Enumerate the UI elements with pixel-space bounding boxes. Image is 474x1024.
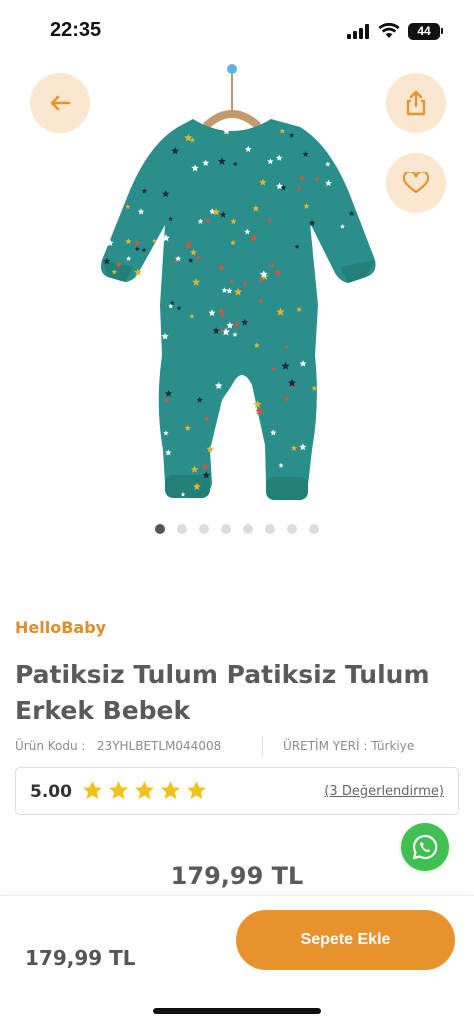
image-pagination[interactable] — [0, 524, 474, 536]
pagination-dot[interactable] — [243, 524, 253, 534]
star-icon — [135, 781, 154, 799]
star-icon — [161, 781, 180, 799]
back-button[interactable] — [30, 73, 90, 133]
heart-icon — [403, 172, 429, 194]
pagination-dot[interactable] — [265, 524, 275, 534]
star-icon — [187, 781, 206, 799]
pagination-dot[interactable] — [309, 524, 319, 534]
product-title: Patiksiz Tulum Patiksiz Tulum Erkek Bebe… — [15, 660, 430, 725]
signal-icon — [347, 24, 371, 39]
pagination-dot[interactable] — [177, 524, 187, 534]
rating-value: 5.00 — [30, 782, 72, 802]
back-arrow-icon — [50, 95, 71, 111]
product-meta: Ürün Kodu : 23YHLBETLM044008 ÜRETİM YERİ… — [15, 737, 460, 757]
origin-value: Türkiye — [371, 739, 415, 753]
star-icon — [83, 781, 102, 799]
favorite-button[interactable] — [386, 153, 446, 213]
production-origin: ÜRETİM YERİ : Türkiye — [283, 739, 414, 753]
bottom-bar: 179,99 TL Sepete Ekle — [0, 895, 474, 1024]
pagination-dot[interactable] — [199, 524, 209, 534]
wifi-icon — [378, 22, 400, 38]
star-icon — [109, 781, 128, 799]
home-indicator[interactable] — [153, 1008, 321, 1014]
pagination-dot[interactable] — [155, 524, 165, 534]
rating-stars — [82, 780, 207, 801]
battery-tip — [441, 28, 443, 34]
pagination-dot[interactable] — [221, 524, 231, 534]
rating-box: 5.00 (3 Değerlendirme) — [15, 767, 459, 815]
product-price: 179,99 TL — [170, 862, 304, 890]
battery-icon: 44 — [408, 23, 440, 40]
share-button[interactable] — [386, 73, 446, 133]
product-code-value: 23YHLBETLM044008 — [96, 739, 222, 753]
brand-name[interactable]: HelloBaby — [15, 618, 106, 637]
meta-divider — [262, 737, 263, 757]
product-code-label: Ürün Kodu : — [15, 739, 86, 753]
product-image-gallery[interactable] — [0, 55, 474, 515]
share-icon — [406, 90, 426, 116]
origin-label: ÜRETİM YERİ : — [283, 739, 368, 753]
whatsapp-icon — [412, 834, 438, 860]
status-bar: 22:35 44 — [0, 0, 474, 60]
pagination-dot[interactable] — [287, 524, 297, 534]
product-code: Ürün Kodu : 23YHLBETLM044008 — [15, 739, 221, 753]
reviews-link[interactable]: (3 Değerlendirme) — [324, 784, 444, 799]
bottom-price: 179,99 TL — [25, 946, 136, 970]
status-time: 22:35 — [50, 19, 102, 41]
add-to-cart-button[interactable]: Sepete Ekle — [236, 910, 455, 970]
